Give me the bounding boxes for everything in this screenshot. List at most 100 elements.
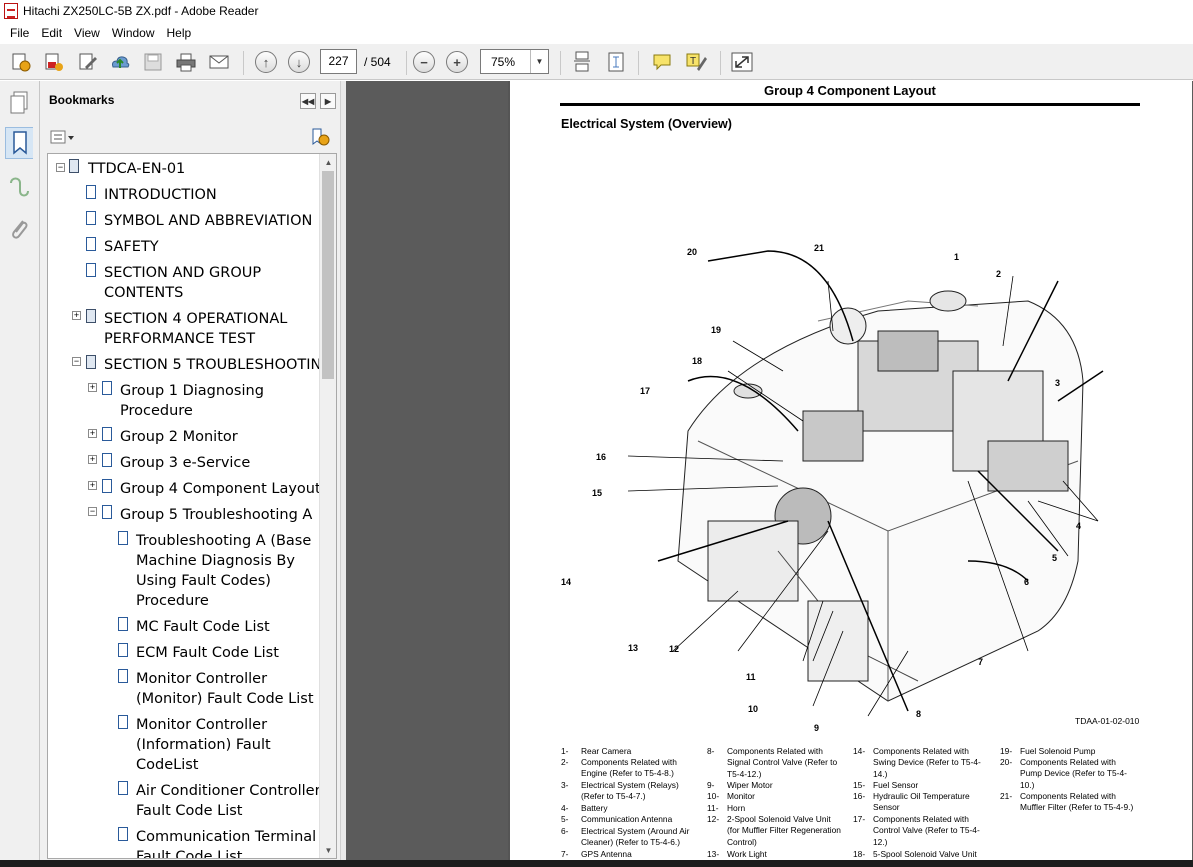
bookmark-ecm-fault-code[interactable]: ECM Fault Code List (136, 643, 279, 663)
attachments-button[interactable] (5, 213, 33, 245)
bookmark-monitor-controller-monitor[interactable]: Monitor Controller (136, 669, 267, 689)
collapse-icon[interactable]: − (56, 163, 65, 172)
create-pdf-icon[interactable] (9, 51, 33, 73)
bookmark-monitor-controller-info-line2[interactable]: (Information) Fault (136, 735, 271, 755)
bookmark-troubleshooting-a-line4[interactable]: Procedure (136, 591, 209, 611)
options-menu-icon[interactable] (50, 129, 76, 145)
pages-icon (10, 91, 28, 114)
print-icon[interactable] (174, 51, 198, 73)
taskbar-strip (0, 860, 1193, 867)
full-screen-icon[interactable] (730, 51, 754, 73)
expand-icon[interactable]: + (72, 311, 81, 320)
bookmark-troubleshooting-a-line2[interactable]: Machine Diagnosis By (136, 551, 295, 571)
bookmark-icon (12, 131, 27, 155)
next-page-button[interactable]: ↓ (287, 51, 311, 73)
callout-11: 11 (746, 672, 756, 682)
bookmark-group-1[interactable]: Group 1 Diagnosing (120, 381, 264, 401)
scrollbar-thumb[interactable] (322, 171, 334, 379)
expand-icon[interactable]: + (88, 383, 97, 392)
page-thumbnails-button[interactable] (5, 87, 33, 119)
bookmark-group-3[interactable]: Group 3 e-Service (120, 453, 250, 473)
bookmark-introduction[interactable]: INTRODUCTION (104, 185, 217, 205)
bookmark-section-4-line2[interactable]: PERFORMANCE TEST (104, 329, 255, 349)
expand-icon[interactable]: + (88, 455, 97, 464)
bookmarks-tree: − TTDCA-EN-01 INTRODUCTION SYMBOL AND AB… (47, 153, 337, 859)
bookmark-air-conditioner-line2[interactable]: Fault Code List (136, 801, 242, 821)
bookmark-group-2[interactable]: Group 2 Monitor (120, 427, 238, 447)
bookmark-group-1-line2[interactable]: Procedure (120, 401, 193, 421)
pdf-page: Group 4 Component Layout Electrical Syst… (508, 81, 1192, 867)
email-icon[interactable] (207, 51, 231, 73)
page-subtitle: Electrical System (Overview) (561, 117, 732, 131)
menu-view[interactable]: View (68, 26, 106, 40)
bookmark-icon (118, 715, 128, 729)
scroll-down-icon[interactable]: ▼ (320, 842, 336, 858)
bookmark-section-5[interactable]: SECTION 5 TROUBLESHOOTING (104, 355, 333, 375)
upload-cloud-icon[interactable] (108, 51, 132, 73)
book-icon (86, 355, 96, 369)
bookmark-icon (86, 237, 96, 251)
zoom-out-button[interactable]: − (412, 51, 436, 73)
bookmarks-scrollbar[interactable]: ▲ ▼ (319, 154, 336, 858)
bookmarks-title: Bookmarks (49, 93, 115, 107)
previous-page-button[interactable]: ↑ (254, 51, 278, 73)
bookmark-group-5[interactable]: Group 5 Troubleshooting A (120, 505, 312, 525)
page-total-label: / 504 (364, 55, 391, 69)
scroll-up-icon[interactable]: ▲ (320, 154, 336, 170)
zoom-in-button[interactable]: + (445, 51, 469, 73)
expand-icon[interactable]: + (88, 481, 97, 490)
excavator-illustration (627, 250, 1104, 717)
bookmark-troubleshooting-a-line3[interactable]: Using Fault Codes) (136, 571, 271, 591)
bookmark-symbol-abbreviation[interactable]: SYMBOL AND ABBREVIATION (104, 211, 312, 231)
bookmark-ttdca-en-01[interactable]: TTDCA-EN-01 (88, 159, 185, 179)
bookmark-section-4[interactable]: SECTION 4 OPERATIONAL (104, 309, 287, 329)
bookmarks-toolbar (40, 125, 340, 151)
collapse-panel-icon[interactable]: ◀◀ (300, 93, 316, 109)
expand-panel-icon[interactable]: ▶ (320, 93, 336, 109)
bookmark-troubleshooting-a[interactable]: Troubleshooting A (Base (136, 531, 311, 551)
chevron-down-icon[interactable]: ▼ (530, 50, 548, 73)
collapse-icon[interactable]: − (72, 357, 81, 366)
title-bar: Hitachi ZX250LC-5B ZX.pdf - Adobe Reader (0, 0, 1193, 22)
menu-window[interactable]: Window (106, 26, 161, 40)
menu-file[interactable]: File (4, 26, 35, 40)
bookmark-icon (118, 669, 128, 683)
callout-14: 14 (561, 577, 572, 587)
zoom-select[interactable]: 75% ▼ (480, 49, 549, 74)
highlight-icon[interactable]: T (684, 51, 708, 73)
menu-edit[interactable]: Edit (35, 26, 68, 40)
bookmark-air-conditioner[interactable]: Air Conditioner Controller (136, 781, 321, 801)
callout-13: 13 (628, 643, 639, 653)
menu-help[interactable]: Help (161, 26, 198, 40)
comment-icon[interactable] (650, 51, 674, 73)
expand-icon[interactable]: + (88, 429, 97, 438)
bookmark-section-group-contents[interactable]: SECTION AND GROUP (104, 263, 261, 283)
fit-page-icon[interactable] (604, 51, 628, 73)
page-number-input[interactable]: 227 (320, 49, 357, 74)
arrow-down-icon: ↓ (288, 51, 310, 73)
bookmarks-header: Bookmarks ◀◀ ▶ (40, 81, 340, 119)
export-pdf-icon[interactable] (42, 51, 66, 73)
bookmarks-button[interactable] (5, 127, 33, 159)
bookmark-icon (102, 505, 112, 519)
collapse-icon[interactable]: − (88, 507, 97, 516)
scroll-mode-icon[interactable] (570, 51, 594, 73)
new-bookmark-icon[interactable] (310, 127, 330, 147)
header-rule (560, 103, 1140, 106)
edit-pdf-icon[interactable] (76, 51, 100, 73)
bookmark-monitor-controller-info-line3[interactable]: CodeList (136, 755, 198, 775)
bookmark-mc-fault-code[interactable]: MC Fault Code List (136, 617, 270, 637)
bookmark-communication-terminal[interactable]: Communication Terminal (136, 827, 316, 847)
bookmark-section-group-contents-line2[interactable]: CONTENTS (104, 283, 183, 303)
bookmark-safety[interactable]: SAFETY (104, 237, 159, 257)
pdf-app-icon (4, 3, 18, 19)
bookmark-icon (118, 643, 128, 657)
save-icon[interactable] (141, 51, 165, 73)
zoom-value: 75% (491, 55, 516, 69)
bookmark-monitor-controller-info[interactable]: Monitor Controller (136, 715, 267, 735)
bookmark-communication-terminal-line2[interactable]: Fault Code List (136, 847, 242, 858)
signatures-button[interactable] (5, 171, 33, 203)
bookmark-monitor-controller-monitor-line2[interactable]: (Monitor) Fault Code List (136, 689, 314, 709)
callout-10: 10 (748, 704, 759, 714)
bookmark-group-4[interactable]: Group 4 Component Layout (120, 479, 321, 499)
